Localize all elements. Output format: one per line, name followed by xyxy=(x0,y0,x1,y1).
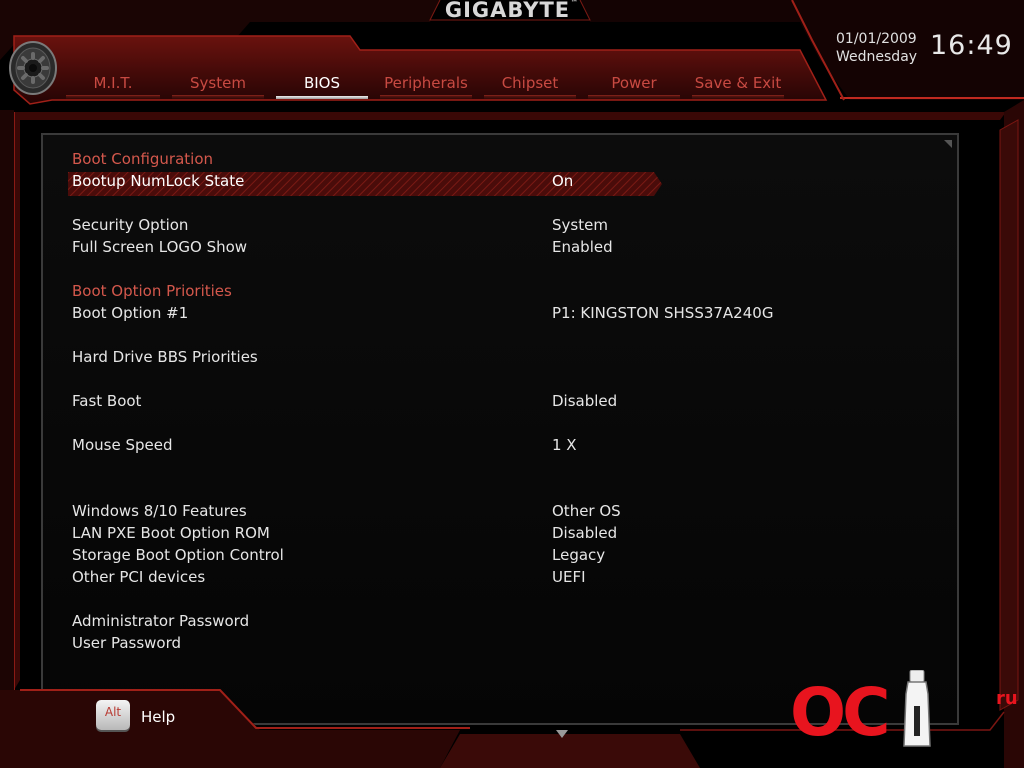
watermark-suffix: ru xyxy=(996,688,1018,709)
tab-label: Peripherals xyxy=(384,74,468,92)
brand-trademark: ™ xyxy=(570,0,580,7)
tab-label: System xyxy=(190,74,246,92)
tab-system[interactable]: System xyxy=(172,72,264,100)
row-label: LAN PXE Boot Option ROM xyxy=(72,524,270,542)
row-label: User Password xyxy=(72,634,182,652)
weekday-text: Wednesday xyxy=(836,49,918,65)
setting-bootup-numlock-state[interactable]: Bootup NumLock State On xyxy=(72,170,922,192)
row-label: Hard Drive BBS Priorities xyxy=(72,348,258,366)
tab-bios[interactable]: BIOS xyxy=(276,72,368,100)
setting-storage-boot-option-control[interactable]: Storage Boot Option Control Legacy xyxy=(72,544,922,566)
tab-underline xyxy=(588,95,680,99)
row-label: Boot Option Priorities xyxy=(72,282,232,300)
setting-user-password[interactable]: User Password xyxy=(72,632,922,654)
row-value[interactable]: Enabled xyxy=(552,236,613,258)
brand-name: GIGABYTE xyxy=(444,0,571,22)
tab-save-exit[interactable]: Save & Exit xyxy=(692,72,784,100)
setting-full-screen-logo-show[interactable]: Full Screen LOGO Show Enabled xyxy=(72,236,922,258)
row-label: Administrator Password xyxy=(72,612,250,630)
section-boot-configuration: Boot Configuration xyxy=(72,148,922,170)
tab-label: Chipset xyxy=(501,74,559,92)
row-value[interactable]: System xyxy=(552,214,608,236)
row-label: Bootup NumLock State xyxy=(72,172,245,190)
row-label: Windows 8/10 Features xyxy=(72,502,247,520)
row-value[interactable]: Legacy xyxy=(552,544,605,566)
tab-underline xyxy=(172,95,264,99)
setting-hard-drive-bbs-priorities[interactable]: Hard Drive BBS Priorities xyxy=(72,346,922,368)
setting-security-option[interactable]: Security Option System xyxy=(72,214,922,236)
row-label: Full Screen LOGO Show xyxy=(72,238,248,256)
tab-label: BIOS xyxy=(303,74,341,92)
tab-underline xyxy=(484,95,576,99)
tab-underline xyxy=(380,95,472,99)
tab-chipset[interactable]: Chipset xyxy=(484,72,576,100)
setting-windows-features[interactable]: Windows 8/10 Features Other OS xyxy=(72,500,922,522)
tab-underline xyxy=(692,95,784,99)
setting-other-pci-devices[interactable]: Other PCI devices UEFI xyxy=(72,566,922,588)
date-display: 01/01/2009 Wednesday xyxy=(836,30,917,66)
row-label: Fast Boot xyxy=(72,392,142,410)
tab-underline xyxy=(276,96,368,99)
row-value[interactable]: Other OS xyxy=(552,500,621,522)
tab-label: Power xyxy=(611,74,657,92)
help-label: Help xyxy=(141,708,176,726)
tab-underline xyxy=(66,95,160,99)
row-value[interactable]: P1: KINGSTON SHSS37A240G xyxy=(552,302,773,324)
row-label: Storage Boot Option Control xyxy=(72,546,284,564)
section-boot-option-priorities: Boot Option Priorities xyxy=(72,280,922,302)
watermark-logo: OC ru xyxy=(790,670,1024,768)
setting-lan-pxe-boot-option-rom[interactable]: LAN PXE Boot Option ROM Disabled xyxy=(72,522,922,544)
gear-icon[interactable] xyxy=(8,40,58,96)
setting-fast-boot[interactable]: Fast Boot Disabled xyxy=(72,390,922,412)
row-value[interactable]: 1 X xyxy=(552,434,577,456)
row-label: Security Option xyxy=(72,216,189,234)
tab-peripherals[interactable]: Peripherals xyxy=(380,72,472,100)
row-value[interactable]: On xyxy=(552,170,573,192)
setting-boot-option-1[interactable]: Boot Option #1 P1: KINGSTON SHSS37A240G xyxy=(72,302,922,324)
row-label: Boot Configuration xyxy=(72,150,214,168)
watermark-text: OC xyxy=(790,674,891,751)
tab-label: M.I.T. xyxy=(93,74,133,92)
tab-power[interactable]: Power xyxy=(588,72,680,100)
triangle-down-icon[interactable] xyxy=(556,730,568,738)
row-label: Mouse Speed xyxy=(72,436,173,454)
setting-mouse-speed[interactable]: Mouse Speed 1 X xyxy=(72,434,922,456)
brand-logo: GIGABYTE™ xyxy=(0,0,1024,22)
tab-mit[interactable]: M.I.T. xyxy=(66,72,160,100)
row-label: Other PCI devices xyxy=(72,568,206,586)
row-value[interactable]: Disabled xyxy=(552,522,617,544)
setting-administrator-password[interactable]: Administrator Password xyxy=(72,610,922,632)
row-label: Boot Option #1 xyxy=(72,304,189,322)
bottle-icon xyxy=(903,670,931,747)
tab-label: Save & Exit xyxy=(694,74,782,92)
alt-key-icon[interactable]: Alt xyxy=(96,700,130,730)
row-value[interactable]: Disabled xyxy=(552,390,617,412)
time-display: 16:49 xyxy=(930,30,1013,61)
row-value[interactable]: UEFI xyxy=(552,566,586,588)
settings-panel: Boot Configuration Bootup NumLock State O… xyxy=(42,134,958,724)
date-text: 01/01/2009 xyxy=(836,31,917,47)
